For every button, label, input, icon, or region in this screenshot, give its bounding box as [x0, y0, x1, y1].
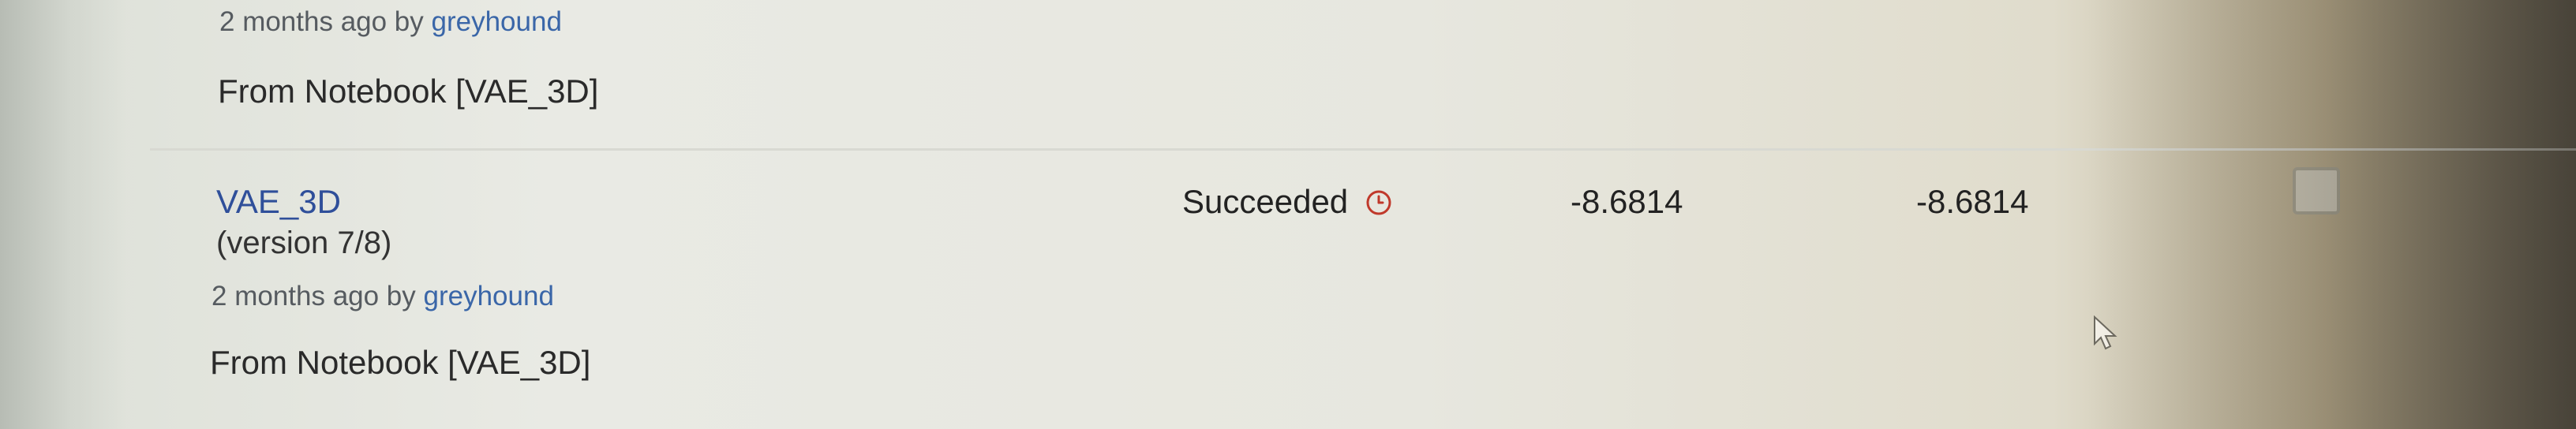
submission-title-link[interactable]: VAE_3D: [216, 183, 341, 221]
submission-status: Succeeded: [1182, 183, 1392, 221]
right-edge-shadow: [2087, 0, 2576, 429]
submission-meta: 2 months ago by greyhound: [219, 6, 562, 38]
clock-icon: [1365, 186, 1392, 215]
public-score: -8.6814: [1571, 183, 1683, 220]
user-link[interactable]: greyhound: [432, 6, 562, 37]
left-edge-shadow: [0, 0, 126, 429]
notebook-source[interactable]: From Notebook [VAE_3D]: [210, 344, 590, 382]
notebook-source[interactable]: From Notebook [VAE_3D]: [218, 73, 598, 110]
user-link[interactable]: greyhound: [424, 281, 554, 311]
status-label: Succeeded: [1182, 183, 1349, 220]
submission-meta: 2 months ago by greyhound: [212, 281, 554, 312]
meta-time: 2 months ago by: [212, 281, 424, 311]
submission-version: (version 7/8): [216, 226, 392, 260]
meta-time: 2 months ago by: [219, 6, 432, 37]
private-score: -8.6814: [1916, 183, 2029, 220]
